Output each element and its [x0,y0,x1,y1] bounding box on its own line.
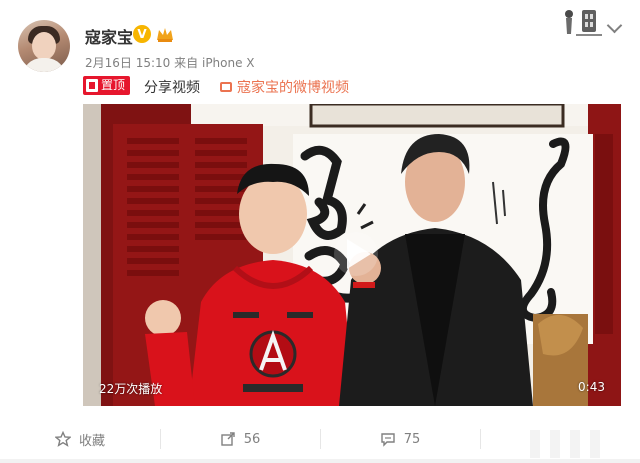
video-link[interactable]: 寇家宝的微博视频 [220,77,349,97]
avatar-shirt [22,58,66,72]
video-duration: 0:43 [578,380,605,394]
pinned-label: 置顶 [101,78,126,92]
play-icon [347,239,371,269]
avatar[interactable] [18,20,70,72]
play-button[interactable] [334,232,378,276]
bottom-divider [0,459,640,463]
watermark [520,430,610,458]
vip-crown-icon [157,28,173,42]
video-play-count: 22万次播放 [99,382,163,396]
post-device[interactable]: iPhone X [202,56,255,70]
video-camera-icon [220,82,232,92]
avatar-face [32,32,56,60]
post-meta: 2月16日 15:10 来自 iPhone X [85,54,255,71]
post-date[interactable]: 2月16日 15:10 [85,56,170,70]
comment-button[interactable]: 75 [320,419,480,459]
favorite-label: 收藏 [78,433,105,449]
comment-icon [381,433,395,447]
video-link-label: 寇家宝的微博视频 [237,80,349,96]
video-player[interactable]: 22万次播放 0:43 [83,104,621,406]
repost-count: 56 [243,431,261,447]
comment-count: 75 [403,431,421,447]
verified-badge-icon: V [133,25,151,43]
pinned-badge: 置顶 [83,76,131,95]
pin-icon [86,79,98,92]
post-source-prefix: 来自 [174,56,199,70]
favorite-button[interactable]: 收藏 [0,419,160,459]
repost-button[interactable]: 56 [160,419,320,459]
star-outline-icon [54,431,71,447]
share-icon [221,432,235,446]
post-body-text: 分享视频 [144,80,200,96]
author-name[interactable]: 寇家宝 [85,24,133,48]
